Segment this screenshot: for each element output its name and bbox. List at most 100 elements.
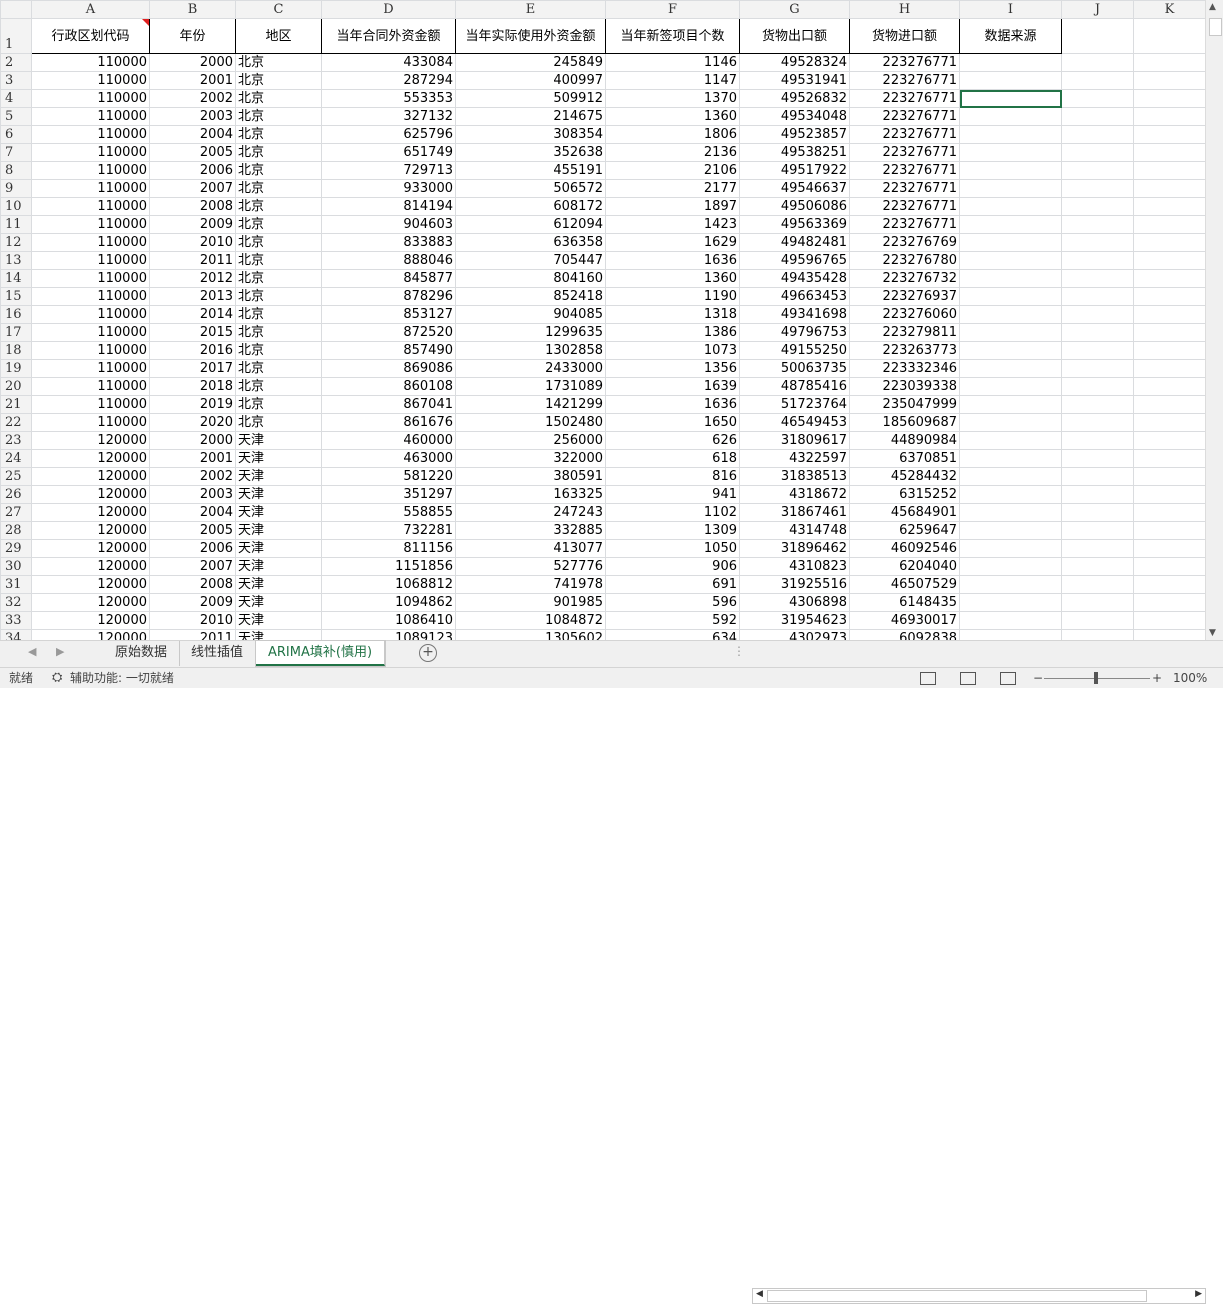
data-cell[interactable]: 852418 — [455, 287, 606, 306]
data-cell[interactable]: 49538251 — [739, 143, 850, 162]
data-cell[interactable]: 120000 — [31, 431, 150, 450]
data-cell[interactable]: 1190 — [605, 287, 740, 306]
zoom-in-icon[interactable]: + — [1152, 668, 1162, 688]
data-cell[interactable]: 2002 — [149, 89, 236, 108]
empty-cell[interactable] — [959, 143, 1062, 162]
data-cell[interactable]: 110000 — [31, 71, 150, 90]
empty-cell[interactable] — [1133, 179, 1206, 198]
data-cell[interactable]: 北京 — [235, 197, 322, 216]
data-cell[interactable]: 北京 — [235, 305, 322, 324]
data-cell[interactable]: 110000 — [31, 143, 150, 162]
empty-cell[interactable] — [959, 107, 1062, 126]
data-cell[interactable]: 861676 — [321, 413, 456, 432]
data-cell[interactable]: 110000 — [31, 287, 150, 306]
data-cell[interactable]: 380591 — [455, 467, 606, 486]
data-cell[interactable]: 223276771 — [849, 179, 960, 198]
data-cell[interactable]: 705447 — [455, 251, 606, 270]
field-header-cell[interactable]: 数据来源 — [959, 18, 1062, 54]
empty-cell[interactable] — [1133, 233, 1206, 252]
empty-cell[interactable] — [959, 71, 1062, 90]
data-cell[interactable]: 223276937 — [849, 287, 960, 306]
empty-cell[interactable] — [959, 413, 1062, 432]
data-cell[interactable]: 4314748 — [739, 521, 850, 540]
vertical-scrollbar[interactable]: ▲ ▼ — [1205, 0, 1223, 640]
column-header-a[interactable]: A — [31, 0, 150, 19]
empty-cell[interactable] — [1133, 557, 1206, 576]
data-cell[interactable]: 634 — [605, 629, 740, 640]
accessibility-status[interactable]: 辅助功能: 一切就绪 — [70, 668, 174, 688]
empty-cell[interactable] — [1061, 593, 1134, 612]
horizontal-scrollbar[interactable]: ◀ ▶ — [752, 1288, 1206, 1304]
empty-cell[interactable] — [1133, 431, 1206, 450]
data-cell[interactable]: 1386 — [605, 323, 740, 342]
data-cell[interactable]: 904085 — [455, 305, 606, 324]
empty-cell[interactable] — [1061, 323, 1134, 342]
data-cell[interactable]: 49528324 — [739, 53, 850, 72]
data-cell[interactable]: 223276771 — [849, 197, 960, 216]
field-header-cell[interactable]: 行政区划代码 — [31, 18, 150, 54]
data-cell[interactable]: 北京 — [235, 215, 322, 234]
data-cell[interactable]: 1299635 — [455, 323, 606, 342]
empty-cell[interactable] — [959, 161, 1062, 180]
row-header[interactable]: 17 — [0, 323, 32, 342]
data-cell[interactable]: 223279811 — [849, 323, 960, 342]
column-header-d[interactable]: D — [321, 0, 456, 19]
data-cell[interactable]: 1639 — [605, 377, 740, 396]
page-layout-view-icon[interactable] — [960, 672, 976, 685]
plus-circle-icon[interactable]: + — [419, 644, 437, 662]
empty-cell[interactable] — [1061, 395, 1134, 414]
empty-cell[interactable] — [1133, 377, 1206, 396]
empty-cell[interactable] — [1061, 503, 1134, 522]
field-header-cell[interactable]: 货物进口额 — [849, 18, 960, 54]
empty-cell[interactable] — [1061, 341, 1134, 360]
data-cell[interactable]: 31838513 — [739, 467, 850, 486]
data-cell[interactable]: 北京 — [235, 323, 322, 342]
row-header[interactable]: 16 — [0, 305, 32, 324]
data-cell[interactable]: 110000 — [31, 323, 150, 342]
empty-cell[interactable] — [1061, 557, 1134, 576]
data-cell[interactable]: 2433000 — [455, 359, 606, 378]
data-cell[interactable]: 460000 — [321, 431, 456, 450]
data-cell[interactable]: 558855 — [321, 503, 456, 522]
empty-cell[interactable] — [959, 287, 1062, 306]
data-cell[interactable]: 6370851 — [849, 449, 960, 468]
data-cell[interactable]: 2010 — [149, 611, 236, 630]
data-cell[interactable]: 北京 — [235, 341, 322, 360]
data-cell[interactable]: 1423 — [605, 215, 740, 234]
data-cell[interactable]: 1636 — [605, 395, 740, 414]
empty-cell[interactable] — [1061, 413, 1134, 432]
data-cell[interactable]: 2004 — [149, 125, 236, 144]
data-cell[interactable]: 223276780 — [849, 251, 960, 270]
empty-cell[interactable] — [959, 521, 1062, 540]
empty-cell[interactable] — [1133, 107, 1206, 126]
data-cell[interactable]: 853127 — [321, 305, 456, 324]
data-cell[interactable]: 110000 — [31, 251, 150, 270]
data-cell[interactable]: 941 — [605, 485, 740, 504]
data-cell[interactable]: 2018 — [149, 377, 236, 396]
column-header-b[interactable]: B — [149, 0, 236, 19]
data-cell[interactable]: 2020 — [149, 413, 236, 432]
row-header[interactable]: 14 — [0, 269, 32, 288]
row-header[interactable]: 11 — [0, 215, 32, 234]
column-header-i[interactable]: I — [959, 0, 1062, 19]
data-cell[interactable]: 6259647 — [849, 521, 960, 540]
data-cell[interactable]: 2016 — [149, 341, 236, 360]
data-cell[interactable]: 49523857 — [739, 125, 850, 144]
data-cell[interactable]: 天津 — [235, 431, 322, 450]
empty-cell[interactable] — [1061, 287, 1134, 306]
data-cell[interactable]: 1731089 — [455, 377, 606, 396]
data-cell[interactable]: 北京 — [235, 233, 322, 252]
data-cell[interactable]: 1084872 — [455, 611, 606, 630]
sheet-tab-raw-data[interactable]: 原始数据 — [103, 641, 181, 666]
data-cell[interactable]: 223276771 — [849, 161, 960, 180]
data-cell[interactable]: 506572 — [455, 179, 606, 198]
data-cell[interactable]: 4322597 — [739, 449, 850, 468]
row-header[interactable]: 29 — [0, 539, 32, 558]
data-cell[interactable]: 596 — [605, 593, 740, 612]
empty-cell[interactable] — [1061, 521, 1134, 540]
column-header-j[interactable]: J — [1061, 0, 1134, 19]
data-cell[interactable]: 49531941 — [739, 71, 850, 90]
empty-cell[interactable] — [959, 539, 1062, 558]
row-header[interactable]: 33 — [0, 611, 32, 630]
row-header[interactable]: 15 — [0, 287, 32, 306]
